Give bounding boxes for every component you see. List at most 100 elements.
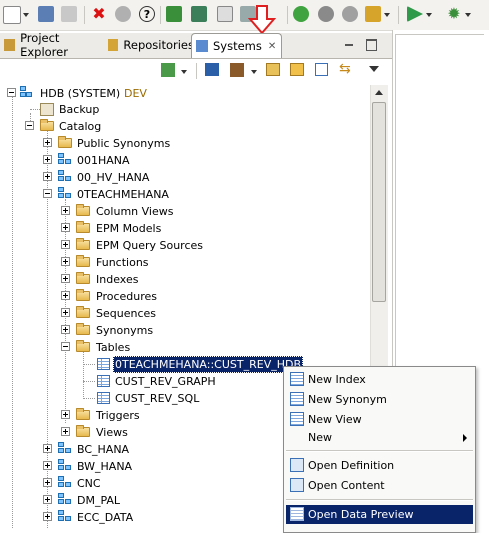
tree-item-schema-001hana[interactable]: 001HANA <box>0 152 220 169</box>
tree-item-epm-models[interactable]: EPM Models <box>0 220 240 237</box>
expand-toggle[interactable] <box>43 138 52 147</box>
tree-item-hdb[interactable]: HDB (SYSTEM) DEV <box>0 85 200 102</box>
resume-icon[interactable] <box>293 6 309 22</box>
tree-item-schema-dm-pal[interactable]: DM_PAL <box>0 492 220 509</box>
menu-item-open-definition[interactable]: Open Definition <box>286 456 473 475</box>
tree-item-views[interactable]: Views <box>0 424 240 441</box>
terminate-icon[interactable] <box>342 6 358 22</box>
tree-item-label: Public Synonyms <box>77 137 171 150</box>
collapse-toggle[interactable] <box>43 189 52 198</box>
collapse-toggle[interactable] <box>25 121 34 130</box>
menu-item-open-content[interactable]: Open Content <box>286 476 473 495</box>
folder-icon[interactable] <box>290 63 304 76</box>
tree-item-table-cust-rev-graph[interactable]: CUST_REV_GRAPH <box>0 373 260 390</box>
suspend-icon[interactable] <box>318 6 334 22</box>
tree-item-schema-ecc-data[interactable]: ECC_DATA <box>0 509 220 526</box>
collapse-all-icon[interactable] <box>315 63 328 76</box>
folder-icon <box>76 425 90 437</box>
tree-item-label: BW_HANA <box>77 460 133 473</box>
maximize-icon[interactable] <box>366 39 377 51</box>
folder-icon <box>76 221 90 233</box>
refresh-icon[interactable] <box>115 6 131 22</box>
expand-toggle[interactable] <box>43 172 52 181</box>
menu-item-new[interactable]: New <box>286 428 473 447</box>
tree-item-triggers[interactable]: Triggers <box>0 407 240 424</box>
debug-step-icon[interactable] <box>191 6 207 22</box>
run-icon[interactable] <box>166 6 182 22</box>
sql-console-icon[interactable] <box>217 6 233 22</box>
tree-item-procedures[interactable]: Procedures <box>0 288 240 305</box>
open-definition-icon <box>290 458 304 472</box>
debug-icon[interactable]: ✹ <box>446 6 462 22</box>
menu-item-new-view[interactable]: New View <box>286 410 473 429</box>
tree-item-table-cust-rev-hdb[interactable]: 0TEACHMEHANA::CUST_REV_HDB <box>0 356 304 373</box>
scroll-up-icon[interactable] <box>375 90 383 95</box>
tree-item-public-synonyms[interactable]: Public Synonyms <box>0 135 220 152</box>
tab-systems[interactable]: Systems ✕ <box>191 33 282 58</box>
tree-item-tables[interactable]: Tables <box>0 339 240 356</box>
tree-item-epm-query-sources[interactable]: EPM Query Sources <box>0 237 240 254</box>
expand-toggle[interactable] <box>61 427 70 436</box>
tree-item-backup[interactable]: Backup <box>0 101 200 118</box>
delete-icon[interactable]: ✖ <box>91 6 107 22</box>
expand-toggle[interactable] <box>61 291 70 300</box>
sql-console-icon[interactable] <box>205 63 219 76</box>
tree-item-schema-cnc[interactable]: CNC <box>0 475 220 492</box>
expand-toggle[interactable] <box>61 410 70 419</box>
expand-toggle[interactable] <box>43 444 52 453</box>
tools-dropdown-arrow[interactable] <box>251 70 257 74</box>
new-icon[interactable] <box>3 6 21 24</box>
view-menu-icon[interactable] <box>369 66 379 72</box>
save-all-icon[interactable] <box>61 6 77 22</box>
expand-toggle[interactable] <box>43 155 52 164</box>
tree-item-synonyms[interactable]: Synonyms <box>0 322 240 339</box>
tree-item-sequences[interactable]: Sequences <box>0 305 240 322</box>
expand-toggle[interactable] <box>61 257 70 266</box>
add-system-dropdown-arrow[interactable] <box>181 70 187 74</box>
scroll-thumb[interactable] <box>372 102 386 302</box>
expand-toggle[interactable] <box>43 461 52 470</box>
run-dropdown-arrow[interactable] <box>426 13 432 17</box>
tree-item-schema-0teachmehana[interactable]: 0TEACHMEHANA <box>0 186 220 203</box>
expand-toggle[interactable] <box>43 478 52 487</box>
new-dropdown-arrow[interactable] <box>23 13 29 17</box>
tab-repositories[interactable]: Repositories <box>104 33 194 57</box>
tree-item-label: 00_HV_HANA <box>77 171 150 184</box>
menu-item-new-synonym[interactable]: New Synonym <box>286 390 473 409</box>
link-editor-icon[interactable]: ⇆ <box>339 62 354 77</box>
tree-item-catalog[interactable]: Catalog <box>0 118 200 135</box>
menu-item-open-data-preview[interactable]: Open Data Preview <box>286 505 473 524</box>
tree-item-indexes[interactable]: Indexes <box>0 271 240 288</box>
collapse-toggle[interactable] <box>7 88 16 97</box>
close-icon[interactable]: ✕ <box>268 41 276 52</box>
menu-item-new-index[interactable]: New Index <box>286 370 473 389</box>
help-icon[interactable]: ? <box>139 6 155 22</box>
collapse-toggle[interactable] <box>61 342 70 351</box>
tab-project-explorer[interactable]: Project Explorer <box>0 31 104 59</box>
expand-toggle[interactable] <box>61 240 70 249</box>
add-system-icon[interactable] <box>161 63 175 77</box>
minimize-icon[interactable] <box>345 44 353 46</box>
expand-toggle[interactable] <box>61 206 70 215</box>
open-folder-icon[interactable] <box>266 63 280 76</box>
expand-toggle[interactable] <box>61 325 70 334</box>
tree-item-schema-00-hv-hana[interactable]: 00_HV_HANA <box>0 169 220 186</box>
main-toolbar: ✖ ? ✹ <box>0 0 489 31</box>
debug-dropdown-arrow[interactable] <box>465 13 471 17</box>
expand-toggle[interactable] <box>43 495 52 504</box>
tree-item-schema-bw-hana[interactable]: BW_HANA <box>0 458 220 475</box>
activate-icon[interactable] <box>365 6 381 22</box>
activate-dropdown-arrow[interactable] <box>384 13 390 17</box>
tree-item-schema-bc-hana[interactable]: BC_HANA <box>0 441 220 458</box>
tools-icon[interactable] <box>230 63 244 77</box>
tree-item-functions[interactable]: Functions <box>0 254 240 271</box>
save-icon[interactable] <box>38 6 54 22</box>
tree-item-table-cust-rev-sql[interactable]: CUST_REV_SQL <box>0 390 260 407</box>
expand-toggle[interactable] <box>61 308 70 317</box>
expand-toggle[interactable] <box>61 223 70 232</box>
expand-toggle[interactable] <box>61 274 70 283</box>
tree-item-column-views[interactable]: Column Views <box>0 203 240 220</box>
view-tab-bar: Project Explorer Repositories Systems ✕ <box>0 31 392 59</box>
expand-toggle[interactable] <box>43 512 52 521</box>
run-green-icon[interactable] <box>407 6 423 22</box>
